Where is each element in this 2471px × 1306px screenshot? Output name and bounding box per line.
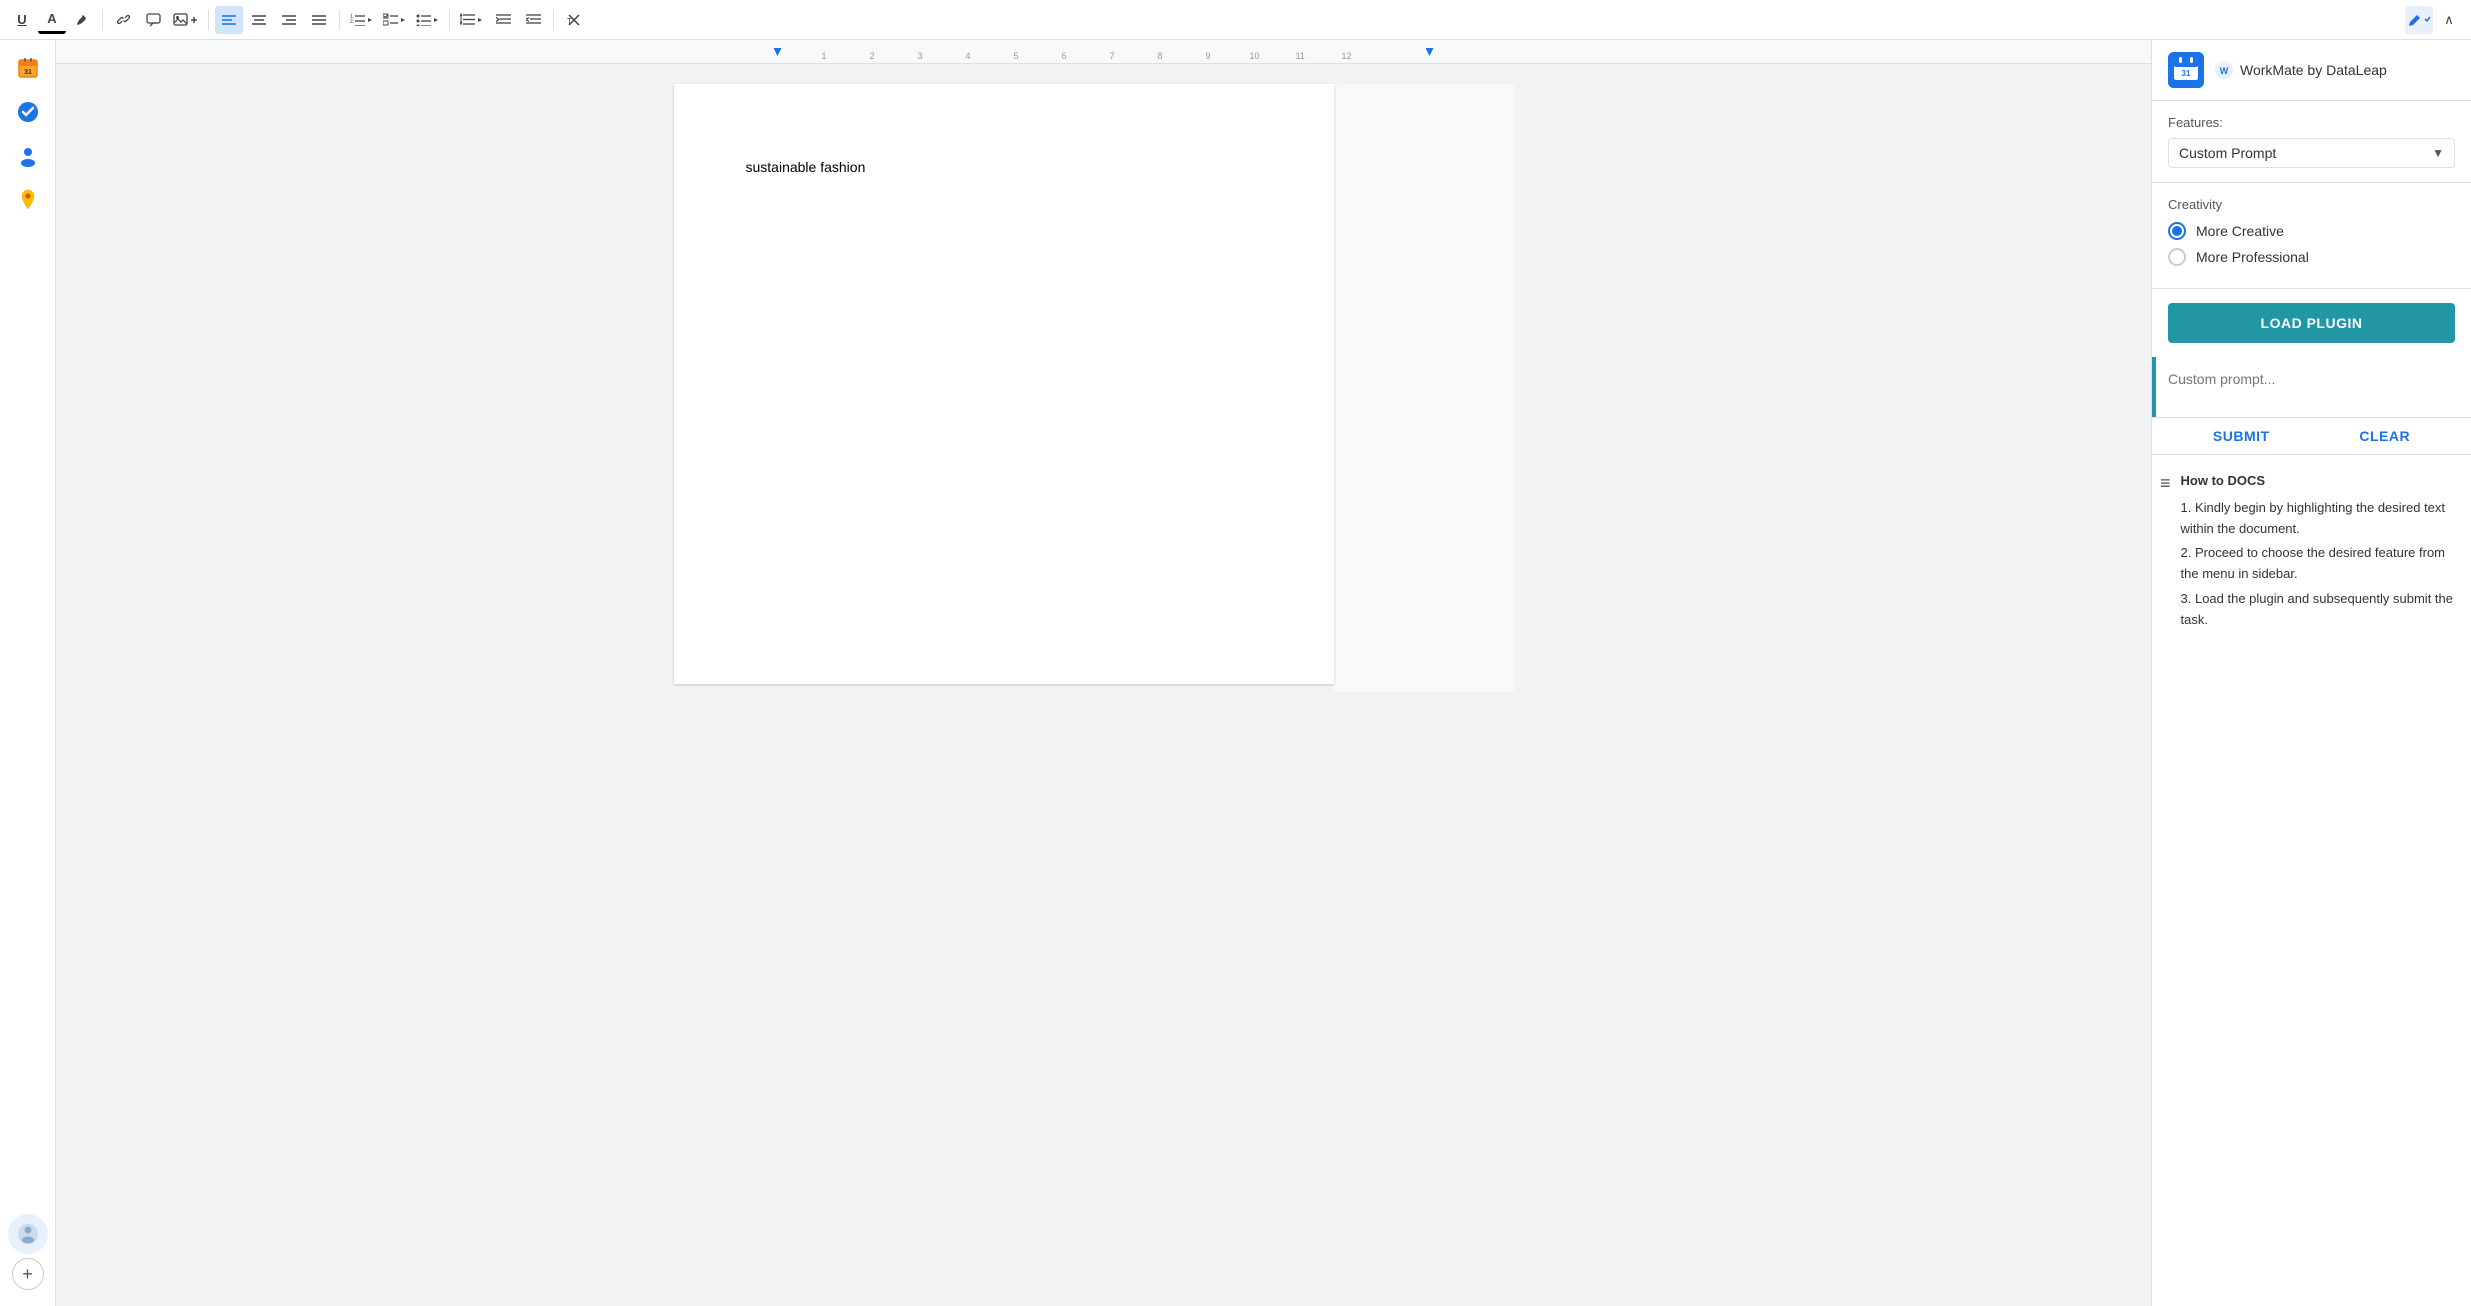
ruler-tick-8: 8 — [1158, 51, 1163, 61]
ruler-tick-1: 1 — [822, 51, 827, 61]
sidebar-add-button[interactable]: + — [12, 1258, 44, 1290]
main-area: 31 + 1 2 3 4 — [0, 40, 2471, 1306]
svg-text:2.: 2. — [350, 19, 354, 25]
features-label: Features: — [2168, 115, 2455, 130]
howto-step-3: 3. Load the plugin and subsequently subm… — [2181, 589, 2455, 631]
edit-pen-button[interactable] — [2405, 6, 2433, 34]
ruler: 1 2 3 4 5 6 7 8 9 10 11 12 — [56, 40, 2151, 64]
howto-section: ≡ How to DOCS 1. Kindly begin by highlig… — [2152, 455, 2471, 647]
sidebar-item-people[interactable] — [8, 136, 48, 176]
align-justify-button[interactable] — [305, 6, 333, 34]
feature-select[interactable]: Custom Prompt ▼ — [2168, 138, 2455, 168]
ruler-tick-6: 6 — [1062, 51, 1067, 61]
ruler-tick-4: 4 — [966, 51, 971, 61]
radio-label-creative: More Creative — [2196, 223, 2284, 239]
icon-sidebar: 31 + — [0, 40, 56, 1306]
svg-text:W: W — [2220, 66, 2229, 76]
doc-text: sustainable fashion — [746, 159, 866, 175]
feature-selected-value: Custom Prompt — [2179, 145, 2276, 161]
link-button[interactable] — [109, 6, 137, 34]
doc-content[interactable]: sustainable fashion — [746, 156, 1262, 178]
prompt-section — [2152, 357, 2471, 418]
sidebar-item-calendar[interactable]: 31 — [8, 48, 48, 88]
align-center-button[interactable] — [245, 6, 273, 34]
align-right-button[interactable] — [275, 6, 303, 34]
creativity-section: Creativity More Creative More Profession… — [2152, 183, 2471, 289]
svg-text:T: T — [567, 17, 572, 26]
ruler-tick-7: 7 — [1110, 51, 1115, 61]
doc-pages: sustainable fashion — [56, 64, 2151, 1306]
divider-4 — [449, 10, 450, 30]
action-row: SUBMIT CLEAR — [2152, 418, 2471, 455]
doc-page[interactable]: sustainable fashion — [674, 84, 1334, 684]
radio-dot-creative — [2172, 226, 2182, 236]
bullet-list-button[interactable] — [412, 6, 443, 34]
toolbar: U A 1.2. — [0, 0, 2471, 40]
radio-more-professional[interactable]: More Professional — [2168, 248, 2455, 266]
howto-icon: ≡ — [2160, 473, 2171, 631]
radio-more-creative[interactable]: More Creative — [2168, 222, 2455, 240]
ruler-tick-10: 10 — [1250, 51, 1260, 61]
underline-button[interactable]: U — [8, 6, 36, 34]
sidebar-item-workmate[interactable] — [8, 1214, 48, 1254]
plugin-title: WorkMate by DataLeap — [2240, 62, 2387, 78]
howto-step-1: 1. Kindly begin by highlighting the desi… — [2181, 498, 2455, 540]
prompt-input-row — [2152, 357, 2471, 417]
plugin-header: 31 W WorkMate by DataLeap — [2152, 40, 2471, 101]
radio-circle-creative — [2168, 222, 2186, 240]
divider-2 — [208, 10, 209, 30]
line-spacing-button[interactable] — [456, 6, 487, 34]
indent-button[interactable] — [489, 6, 517, 34]
ruler-tick-5: 5 — [1014, 51, 1019, 61]
howto-step-2: 2. Proceed to choose the desired feature… — [2181, 543, 2455, 585]
numbered-list-button[interactable]: 1.2. — [346, 6, 377, 34]
highlight-button[interactable] — [68, 6, 96, 34]
plugin-logo: 31 — [2168, 52, 2204, 88]
howto-title: How to DOCS — [2181, 471, 2455, 492]
comment-button[interactable] — [139, 6, 167, 34]
ruler-tick-11: 11 — [1296, 51, 1305, 61]
features-section: Features: Custom Prompt ▼ — [2152, 101, 2471, 183]
divider-1 — [102, 10, 103, 30]
load-plugin-button[interactable]: LOAD PLUGIN — [2168, 303, 2455, 343]
divider-3 — [339, 10, 340, 30]
submit-button[interactable]: SUBMIT — [2213, 428, 2270, 444]
font-color-button[interactable]: A — [38, 6, 66, 34]
collapse-button[interactable]: ∧ — [2435, 6, 2463, 34]
checklist-button[interactable] — [379, 6, 410, 34]
sidebar-item-maps[interactable] — [8, 180, 48, 220]
radio-circle-professional — [2168, 248, 2186, 266]
ruler-tick-12: 12 — [1342, 51, 1352, 61]
plugin-sidebar: 31 W WorkMate by DataLeap Features: Cust… — [2151, 40, 2471, 1306]
creativity-label: Creativity — [2168, 197, 2455, 212]
ruler-inner: 1 2 3 4 5 6 7 8 9 10 11 12 — [774, 40, 1434, 63]
svg-text:31: 31 — [2182, 69, 2191, 78]
howto-content: How to DOCS 1. Kindly begin by highlight… — [2181, 471, 2455, 631]
prompt-input[interactable] — [2156, 357, 2471, 417]
ruler-tick-2: 2 — [870, 51, 875, 61]
ruler-tick-3: 3 — [918, 51, 923, 61]
ruler-tick-9: 9 — [1206, 51, 1211, 61]
outdent-button[interactable] — [519, 6, 547, 34]
doc-page-wrapper: sustainable fashion — [674, 84, 1534, 692]
svg-text:31: 31 — [24, 69, 32, 76]
clear-button[interactable]: CLEAR — [2359, 428, 2410, 444]
image-button[interactable] — [169, 6, 202, 34]
sidebar-item-tasks[interactable] — [8, 92, 48, 132]
radio-label-professional: More Professional — [2196, 249, 2309, 265]
divider-5 — [553, 10, 554, 30]
doc-area: 1 2 3 4 5 6 7 8 9 10 11 12 sustainable f… — [56, 40, 2151, 1306]
chevron-down-icon: ▼ — [2432, 146, 2444, 160]
doc-page-right — [1334, 84, 1514, 692]
align-left-button[interactable] — [215, 6, 243, 34]
clear-formatting-button[interactable]: T — [560, 6, 588, 34]
